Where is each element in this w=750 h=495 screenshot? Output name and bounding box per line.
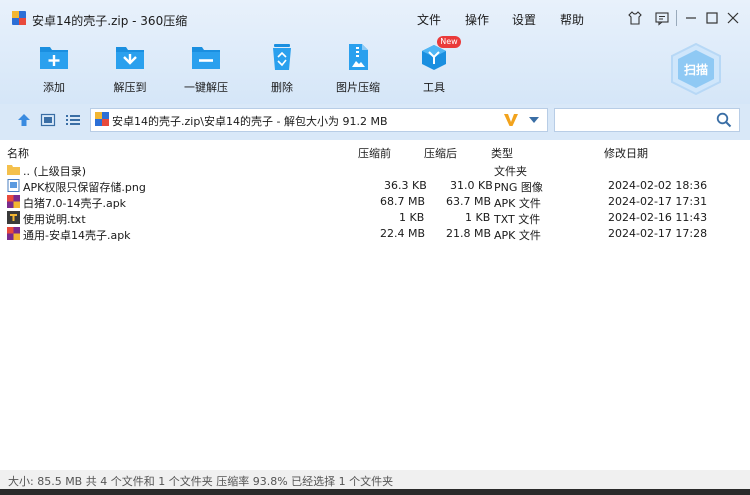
scan-button[interactable]: 扫描 — [668, 42, 724, 96]
extract-to-button[interactable]: 解压到 — [95, 40, 165, 96]
one-click-extract-button[interactable]: 一键解压 — [171, 40, 241, 96]
new-badge: New — [437, 36, 461, 48]
row-type: APK 文件 — [494, 229, 541, 242]
row-name: 通用-安卓14壳子.apk — [23, 229, 131, 242]
row-type: TXT 文件 — [494, 213, 541, 226]
png-file-icon — [7, 179, 20, 192]
row-after: 63.7 MB — [446, 195, 492, 208]
row-name: 使用说明.txt — [23, 213, 86, 226]
list-item[interactable]: 使用说明.txt 1 KB 1 KB TXT 文件 2024-02-16 11:… — [0, 210, 750, 226]
column-compressed[interactable]: 压缩前 — [358, 145, 391, 161]
archive-app-icon — [12, 11, 26, 25]
app-window: 安卓14的壳子.zip - 360压缩 文件 操作 设置 帮助 添加 解压到 一… — [0, 0, 750, 495]
extract-folder-icon — [116, 47, 144, 69]
add-folder-icon — [40, 47, 68, 69]
row-name: APK权限只保留存储.png — [23, 181, 146, 194]
close-icon[interactable] — [725, 10, 741, 26]
address-path: 安卓14的壳子.zip\安卓14的壳子 - 解包大小为 91.2 MB — [112, 115, 388, 128]
menu-action[interactable]: 操作 — [465, 11, 489, 28]
row-name: .. (上级目录) — [23, 165, 87, 178]
row-date: 2024-02-17 17:28 — [608, 227, 708, 240]
window-title: 安卓14的壳子.zip - 360压缩 — [32, 14, 188, 28]
column-type[interactable]: 类型 — [491, 145, 513, 161]
delete-button[interactable]: 删除 — [247, 40, 317, 96]
column-after[interactable]: 压缩后 — [424, 145, 457, 161]
row-date: 2024-02-16 11:43 — [608, 211, 708, 224]
menu-settings[interactable]: 设置 — [512, 11, 536, 28]
add-label: 添加 — [43, 81, 65, 94]
thumbnail-view-icon[interactable] — [40, 113, 56, 127]
menu-file[interactable]: 文件 — [417, 11, 441, 28]
row-before: 68.7 MB — [380, 195, 426, 208]
txt-file-icon — [7, 211, 20, 224]
apk-archive-icon — [7, 227, 20, 240]
title-bar: 安卓14的壳子.zip - 360压缩 文件 操作 设置 帮助 — [0, 0, 750, 36]
list-item[interactable]: 白猪7.0-14壳子.apk 68.7 MB 63.7 MB APK 文件 20… — [0, 194, 750, 210]
row-before: 22.4 MB — [380, 227, 426, 240]
up-arrow-icon[interactable] — [16, 113, 32, 127]
column-name[interactable]: 名称 — [7, 145, 29, 161]
row-type: PNG 图像 — [494, 181, 543, 194]
v-logo-icon[interactable] — [503, 112, 519, 128]
row-after: 21.8 MB — [446, 227, 492, 240]
chevron-down-icon[interactable] — [528, 115, 540, 125]
row-before: 36.3 KB — [384, 179, 427, 192]
tools-button[interactable]: New 工具 — [399, 36, 469, 96]
row-type: 文件夹 — [494, 165, 527, 178]
list-item[interactable]: APK权限只保留存储.png 36.3 KB 31.0 KB PNG 图像 20… — [0, 178, 750, 194]
list-item[interactable]: .. (上级目录) 文件夹 — [0, 162, 750, 178]
row-after: 1 KB — [465, 211, 491, 224]
image-compress-icon — [349, 44, 368, 70]
image-compress-label: 图片压缩 — [336, 81, 380, 94]
search-input[interactable] — [554, 108, 740, 132]
zip-file-icon — [95, 112, 109, 126]
status-text: 大小: 85.5 MB 共 4 个文件和 1 个文件夹 压缩率 93.8% 已经… — [8, 475, 394, 488]
tools-label: 工具 — [423, 81, 445, 94]
menu-help[interactable]: 帮助 — [560, 11, 584, 28]
column-modified[interactable]: 修改日期 — [604, 145, 648, 161]
search-icon[interactable] — [716, 112, 732, 128]
list-item[interactable]: 通用-安卓14壳子.apk 22.4 MB 21.8 MB APK 文件 202… — [0, 226, 750, 242]
recycle-bin-icon — [273, 44, 291, 70]
folder-icon — [7, 165, 20, 175]
scan-label: 扫描 — [683, 63, 708, 77]
extract-to-label: 解压到 — [113, 81, 147, 94]
row-name: 白猪7.0-14壳子.apk — [23, 197, 127, 210]
add-button[interactable]: 添加 — [19, 40, 89, 96]
minimize-icon[interactable] — [683, 10, 699, 26]
row-type: APK 文件 — [494, 197, 541, 210]
row-after: 31.0 KB — [450, 179, 493, 192]
row-date: 2024-02-02 18:36 — [608, 179, 708, 192]
row-date: 2024-02-17 17:31 — [608, 195, 708, 208]
skin-icon[interactable] — [627, 10, 643, 26]
delete-label: 删除 — [271, 81, 293, 94]
image-compress-button[interactable]: 图片压缩 — [323, 40, 393, 96]
taskbar-edge — [0, 489, 750, 495]
one-click-extract-label: 一键解压 — [184, 81, 228, 94]
row-before: 1 KB — [399, 211, 425, 224]
apk-archive-icon — [7, 195, 20, 208]
maximize-icon[interactable] — [704, 10, 720, 26]
list-view-icon[interactable] — [65, 113, 81, 127]
feedback-icon[interactable] — [654, 10, 670, 26]
title-divider — [676, 10, 677, 26]
one-click-extract-icon — [192, 47, 220, 69]
